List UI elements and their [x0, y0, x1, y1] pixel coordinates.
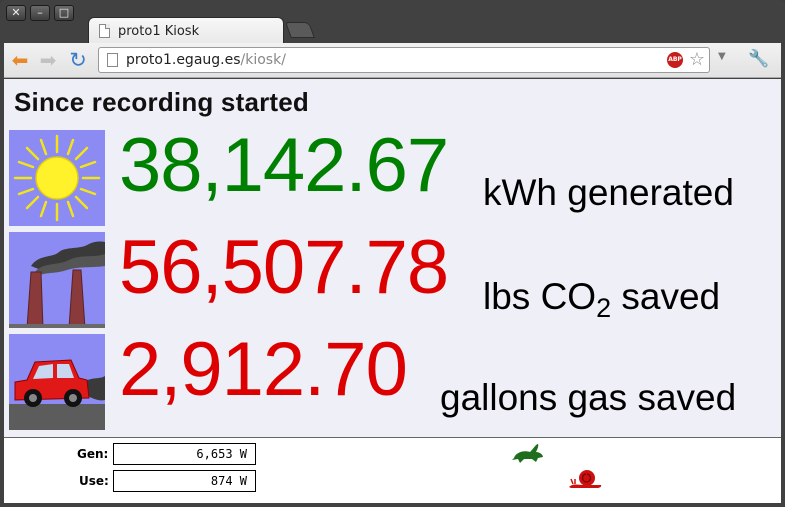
sun-icon	[9, 130, 105, 226]
page-title: Since recording started	[14, 87, 310, 117]
reload-icon[interactable]: ↻	[66, 49, 90, 71]
url-host: proto1.egaug.es	[126, 52, 241, 68]
kiosk-page: Since recording started 38,142.67 kWh ge…	[4, 79, 781, 437]
browser-toolbar: ⬅ ➡ ↻ proto1.egaug.es/kiosk/ ABP ☆ ▼ 🔧	[4, 43, 781, 78]
generated-value: 38,142.67	[119, 123, 449, 208]
new-tab-button[interactable]	[285, 22, 315, 38]
snail-icon	[569, 469, 603, 493]
dropdown-arrow-icon[interactable]: ▼	[718, 51, 726, 62]
page-icon	[99, 24, 110, 38]
status-panel: Gen: 6,653 W Use: 874 W	[4, 437, 781, 503]
use-readout: 874 W	[113, 470, 256, 492]
address-bar[interactable]: proto1.egaug.es/kiosk/ ABP ☆	[98, 47, 710, 73]
gas-value: 2,912.70	[119, 327, 408, 412]
title-bar: ✕ – □ proto1 Kiosk	[0, 0, 785, 44]
adblock-icon[interactable]: ABP	[667, 52, 683, 68]
url-path: /kiosk/	[240, 52, 286, 68]
browser-window: ✕ – □ proto1 Kiosk ⬅ ➡ ↻ proto1.egaug.es…	[0, 0, 785, 507]
wrench-icon[interactable]: 🔧	[748, 49, 769, 69]
gen-label: Gen:	[77, 447, 109, 461]
rabbit-icon	[510, 442, 544, 468]
generated-unit: kWh generated	[483, 172, 734, 213]
smokestack-icon	[9, 232, 105, 328]
co2-unit: lbs CO2 saved	[483, 276, 721, 323]
generated-row: 38,142.67 kWh generated	[9, 123, 779, 226]
bookmark-star-icon[interactable]: ☆	[689, 49, 705, 71]
close-window-button[interactable]: ✕	[6, 5, 26, 21]
forward-arrow-icon[interactable]: ➡	[36, 49, 60, 71]
back-arrow-icon[interactable]: ⬅	[8, 49, 32, 71]
gen-readout: 6,653 W	[113, 443, 256, 465]
car-icon	[9, 334, 105, 430]
co2-row: 56,507.78 lbs CO2 saved	[9, 225, 779, 328]
maximize-window-button[interactable]: □	[54, 5, 74, 21]
co2-value: 56,507.78	[119, 225, 449, 310]
minimize-window-button[interactable]: –	[30, 5, 50, 21]
gas-unit: gallons gas saved	[440, 377, 737, 418]
tab-title: proto1 Kiosk	[118, 23, 200, 39]
gas-row: 2,912.70 gallons gas saved	[9, 327, 779, 430]
use-label: Use:	[79, 474, 109, 488]
tab-proto1-kiosk[interactable]: proto1 Kiosk	[88, 17, 284, 44]
page-icon	[107, 53, 118, 67]
